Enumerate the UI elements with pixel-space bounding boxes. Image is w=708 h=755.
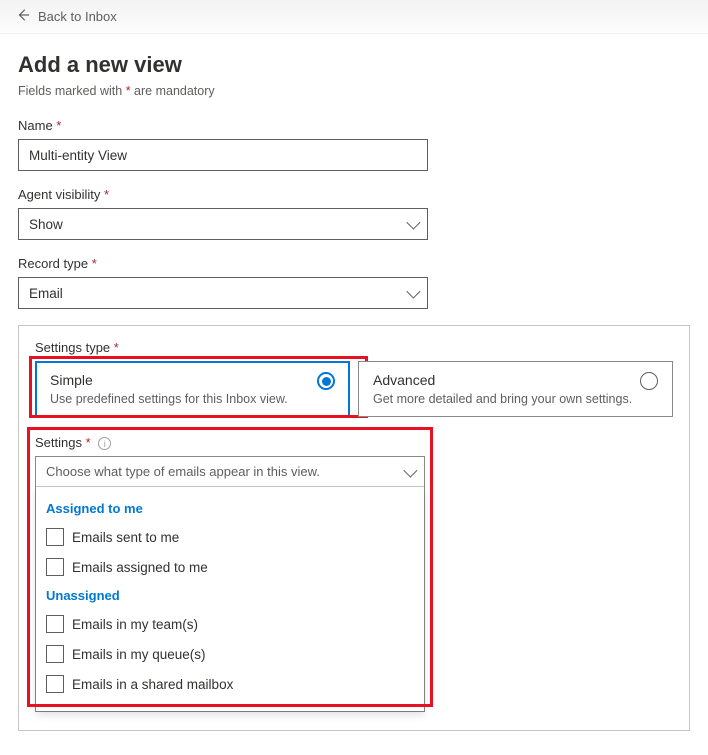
option-desc: Get more detailed and bring your own set… [373,392,632,406]
mandatory-note: Fields marked with * are mandatory [18,84,690,98]
name-input[interactable] [18,139,428,171]
settings-dropdown-body: Assigned to me Emails sent to me Emails … [36,487,424,711]
settings-type-simple-option[interactable]: Simple Use predefined settings for this … [35,361,350,417]
settings-dropdown: Choose what type of emails appear in thi… [35,456,425,712]
back-link-label: Back to Inbox [38,9,117,24]
info-icon[interactable]: i [98,437,111,450]
group-header: Assigned to me [44,495,416,522]
option-emails-sent-to-me[interactable]: Emails sent to me [44,522,416,552]
back-to-inbox-link[interactable]: Back to Inbox [16,8,117,25]
option-title: Advanced [373,372,632,388]
settings-type-advanced-option[interactable]: Advanced Get more detailed and bring you… [358,361,673,417]
checkbox-icon [46,675,64,693]
option-emails-in-a-shared-mailbox[interactable]: Emails in a shared mailbox [44,669,416,699]
settings-placeholder: Choose what type of emails appear in thi… [46,464,320,479]
arrow-left-icon [16,8,30,25]
checkbox-icon [46,558,64,576]
option-emails-in-my-teams[interactable]: Emails in my team(s) [44,609,416,639]
checkbox-icon [46,528,64,546]
group-header: Unassigned [44,582,416,609]
agent-visibility-value: Show [29,217,63,232]
record-type-value: Email [29,286,63,301]
option-emails-assigned-to-me[interactable]: Emails assigned to me [44,552,416,582]
settings-type-label: Settings type * [35,340,673,355]
option-title: Simple [50,372,288,388]
agent-visibility-select[interactable]: Show [18,208,428,240]
agent-visibility-label: Agent visibility * [18,187,690,202]
checkbox-icon [46,645,64,663]
option-emails-in-my-queues[interactable]: Emails in my queue(s) [44,639,416,669]
checkbox-icon [46,615,64,633]
page-title: Add a new view [18,52,690,78]
chevron-down-icon [406,285,420,299]
chevron-down-icon [403,463,417,477]
record-type-select[interactable]: Email [18,277,428,309]
chevron-down-icon [406,216,420,230]
name-label: Name * [18,118,690,133]
radio-unselected-icon [640,372,658,390]
record-type-label: Record type * [18,256,690,271]
settings-label: Settings * i [35,435,673,450]
settings-dropdown-toggle[interactable]: Choose what type of emails appear in thi… [36,457,424,487]
radio-selected-icon [317,372,335,390]
settings-type-panel: Settings type * Simple Use predefined se… [18,325,690,731]
option-desc: Use predefined settings for this Inbox v… [50,392,288,406]
